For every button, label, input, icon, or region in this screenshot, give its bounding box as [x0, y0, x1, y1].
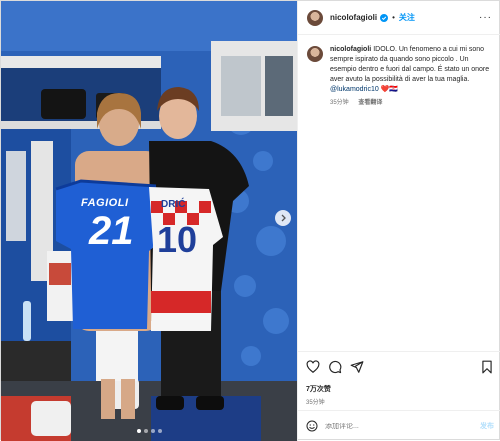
jersey-right-name: DRIĆ [161, 199, 186, 210]
post-time: 35分钟 [306, 400, 325, 406]
comment-bar: 发布 [298, 410, 500, 441]
carousel-dot [136, 429, 141, 433]
caption-username[interactable]: nicolofagioli [330, 46, 371, 53]
caption-body: nicolofagioli IDOLO. Un fenomeno a cui m… [330, 45, 492, 108]
post-comment-button[interactable]: 发布 [480, 421, 494, 431]
chevron-right-icon[interactable] [275, 210, 291, 226]
photo-illustration [1, 1, 297, 441]
jersey-left-name: FAGIOLI [81, 197, 129, 209]
caption-meta: 35分钟 查看翻译 [330, 98, 492, 108]
avatar[interactable] [307, 46, 323, 62]
jersey-left-number: 21 [89, 209, 134, 253]
carousel-dot [150, 429, 155, 433]
carousel-dot [143, 429, 148, 433]
more-options-icon[interactable]: ··· [479, 12, 492, 23]
carousel-dot [157, 429, 162, 433]
post-photo[interactable]: FAGIOLI 21 DRIĆ 10 [1, 1, 297, 441]
comment-icon[interactable] [328, 360, 342, 374]
jersey-right-number: 10 [157, 219, 198, 260]
carousel-indicator [1, 429, 297, 433]
translate-link[interactable]: 查看翻译 [358, 100, 382, 106]
post-dialog: FAGIOLI 21 DRIĆ 10 nicolofagioli • 关注 ··… [0, 0, 500, 441]
post-side-panel: nicolofagioli • 关注 ··· nicolofagioli IDO… [297, 1, 500, 441]
avatar[interactable] [307, 9, 323, 26]
likes-count[interactable]: 7万次赞 [306, 384, 494, 394]
caption: nicolofagioli IDOLO. Un fenomeno a cui m… [298, 35, 500, 108]
bookmark-icon[interactable] [480, 360, 494, 374]
action-bar: 7万次赞 35分钟 [298, 351, 500, 406]
post-header: nicolofagioli • 关注 ··· [298, 1, 500, 35]
smiley-icon[interactable] [306, 420, 318, 432]
caption-time: 35分钟 [330, 100, 349, 106]
heart-icon[interactable] [306, 360, 320, 374]
mention-link[interactable]: @lukamodric10 [330, 86, 379, 93]
caption-emojis: ❤️🇭🇷 [380, 86, 399, 93]
username-link[interactable]: nicolofagioli [330, 13, 377, 22]
separator-dot: • [392, 13, 395, 22]
verified-badge-icon [380, 13, 389, 22]
follow-button[interactable]: 关注 [399, 12, 415, 23]
share-icon[interactable] [350, 360, 364, 374]
action-icons [306, 358, 494, 376]
comment-input[interactable] [325, 422, 480, 430]
